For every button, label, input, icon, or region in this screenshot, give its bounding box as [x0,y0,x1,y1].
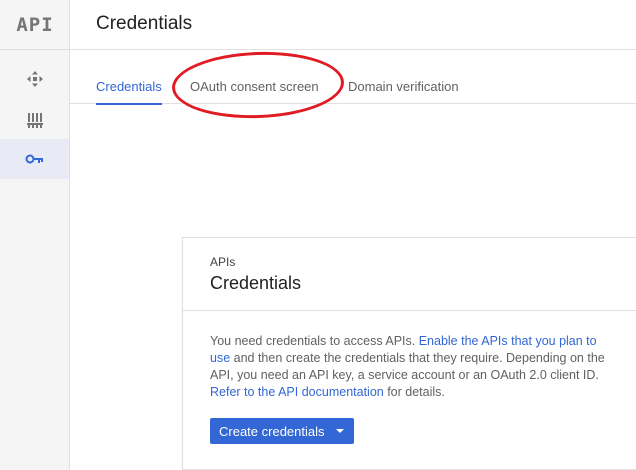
tab-domain-verification-label: Domain verification [348,79,459,94]
card-title: Credentials [210,273,302,293]
sidebar-item-dashboard[interactable] [0,59,69,99]
description-text-3: for details. [383,385,445,399]
tab-credentials[interactable]: Credentials [96,50,162,105]
sidebar-item-library[interactable] [0,100,69,140]
tab-oauth-consent-screen[interactable]: OAuth consent screen [190,50,319,104]
create-credentials-button[interactable]: Create credentials [210,418,354,444]
key-icon [25,154,43,164]
sidebar-item-credentials[interactable] [0,139,69,179]
library-icon [26,113,43,128]
api-documentation-link[interactable]: Refer to the API documentation [210,385,384,399]
card-header: APIs Credentials [183,238,636,311]
active-tab-indicator [96,103,162,105]
description-text-2: and then create the credentials that the… [210,351,605,382]
dropdown-caret-icon [336,429,344,433]
page-header: Credentials [70,0,636,50]
create-credentials-label: Create credentials [219,423,325,439]
api-logo[interactable]: API [0,0,70,50]
sidebar: API [0,0,70,470]
tab-credentials-label: Credentials [96,79,162,94]
tab-domain-verification[interactable]: Domain verification [348,50,459,104]
page-title: Credentials [96,13,193,34]
description-text-1: You need credentials to access APIs. [210,334,419,348]
card-description: You need credentials to access APIs. Ena… [183,311,636,401]
card-kicker: APIs [210,255,236,269]
dashboard-icon [26,71,43,87]
tab-bar: Credentials OAuth consent screen Domain … [70,50,636,105]
credentials-card: APIs Credentials You need credentials to… [182,237,636,470]
tab-oauth-consent-screen-label: OAuth consent screen [190,79,319,94]
